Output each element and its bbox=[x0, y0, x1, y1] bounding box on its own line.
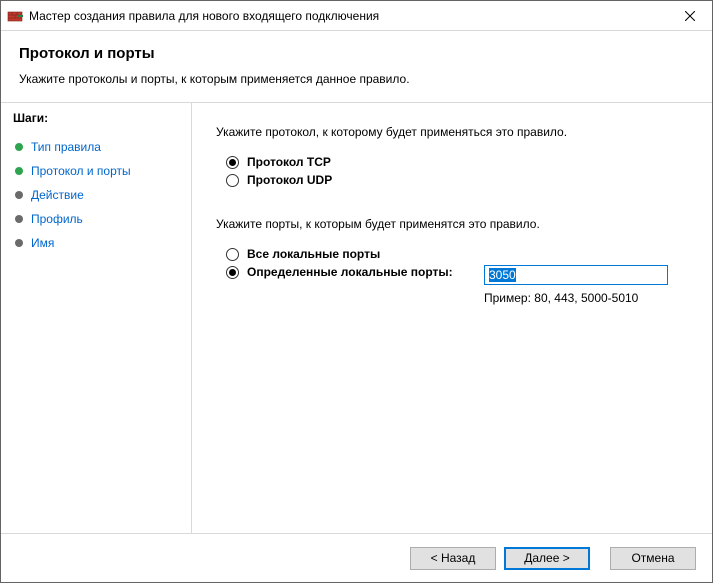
page-title: Протокол и порты bbox=[19, 45, 694, 62]
step-profile[interactable]: Профиль bbox=[13, 207, 181, 231]
body: Шаги: Тип правила Протокол и порты Дейст… bbox=[1, 103, 712, 533]
step-action[interactable]: Действие bbox=[13, 183, 181, 207]
radio-icon bbox=[226, 248, 239, 261]
button-bar: < Назад Далее > Отмена bbox=[1, 533, 712, 582]
radio-icon bbox=[226, 156, 239, 169]
step-label: Тип правила bbox=[31, 140, 101, 154]
header: Протокол и порты Укажите протоколы и пор… bbox=[1, 31, 712, 103]
radio-specific-ports[interactable]: Определенные локальные порты: bbox=[226, 265, 484, 279]
close-icon bbox=[685, 11, 695, 21]
firewall-icon bbox=[7, 8, 23, 24]
step-bullet-icon bbox=[15, 215, 23, 223]
close-button[interactable] bbox=[667, 1, 712, 30]
main-panel: Укажите протокол, к которому будет приме… bbox=[192, 103, 712, 533]
page-subtitle: Укажите протоколы и порты, к которым при… bbox=[19, 72, 694, 86]
ports-input[interactable] bbox=[484, 265, 668, 285]
ports-example: Пример: 80, 443, 5000-5010 bbox=[484, 291, 668, 305]
radio-tcp[interactable]: Протокол TCP bbox=[226, 155, 692, 169]
step-label: Действие bbox=[31, 188, 84, 202]
titlebar: Мастер создания правила для нового входя… bbox=[1, 1, 712, 31]
radio-icon bbox=[226, 266, 239, 279]
window-title: Мастер создания правила для нового входя… bbox=[29, 9, 667, 23]
steps-sidebar: Шаги: Тип правила Протокол и порты Дейст… bbox=[1, 103, 191, 533]
step-label: Протокол и порты bbox=[31, 164, 131, 178]
next-button[interactable]: Далее > bbox=[504, 547, 590, 570]
back-button[interactable]: < Назад bbox=[410, 547, 496, 570]
step-protocol-ports[interactable]: Протокол и порты bbox=[13, 159, 181, 183]
radio-label: Протокол UDP bbox=[247, 173, 332, 187]
radio-all-ports[interactable]: Все локальные порты bbox=[226, 247, 692, 261]
cancel-button[interactable]: Отмена bbox=[610, 547, 696, 570]
step-bullet-icon bbox=[15, 239, 23, 247]
radio-label: Определенные локальные порты: bbox=[247, 265, 453, 279]
radio-label: Все локальные порты bbox=[247, 247, 380, 261]
radio-label: Протокол TCP bbox=[247, 155, 331, 169]
step-bullet-icon bbox=[15, 191, 23, 199]
step-label: Профиль bbox=[31, 212, 83, 226]
step-bullet-icon bbox=[15, 167, 23, 175]
step-bullet-icon bbox=[15, 143, 23, 151]
wizard-window: Мастер создания правила для нового входя… bbox=[0, 0, 713, 583]
radio-udp[interactable]: Протокол UDP bbox=[226, 173, 692, 187]
protocol-prompt: Укажите протокол, к которому будет приме… bbox=[216, 125, 692, 139]
step-rule-type[interactable]: Тип правила bbox=[13, 135, 181, 159]
ports-prompt: Укажите порты, к которым будет применятс… bbox=[216, 217, 692, 231]
radio-icon bbox=[226, 174, 239, 187]
steps-heading: Шаги: bbox=[13, 111, 181, 125]
step-name[interactable]: Имя bbox=[13, 231, 181, 255]
step-label: Имя bbox=[31, 236, 54, 250]
